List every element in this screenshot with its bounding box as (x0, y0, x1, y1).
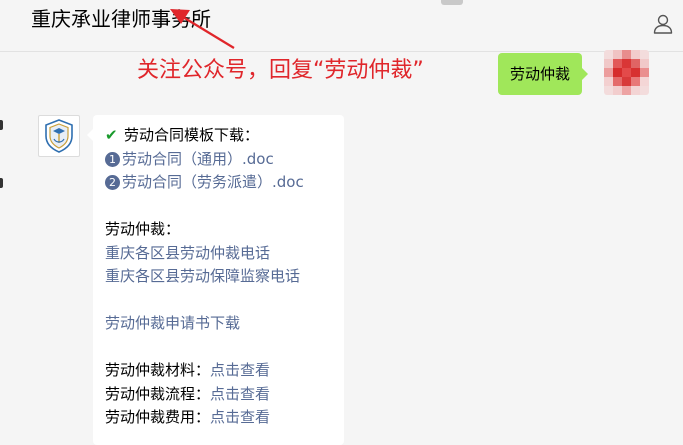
process-row: 劳动仲裁流程：点击查看 (105, 383, 344, 407)
application-download-link[interactable]: 劳动仲裁申请书下载 (105, 312, 344, 336)
annotation-text: 关注公众号，回复“劳动仲裁” (137, 58, 424, 83)
number-badge-2: 2 (105, 175, 120, 190)
received-message-bubble: ✔ 劳动合同模板下载： 1 劳动合同（通用）.doc 2 劳动合同（劳务派遣）.doc… (87, 115, 344, 445)
fees-row: 劳动仲裁费用：点击查看 (105, 406, 344, 430)
account-avatar[interactable] (38, 115, 80, 157)
template-link-text: 劳动合同（劳务派遣）.doc (122, 173, 304, 191)
labor-supervision-phone-link[interactable]: 重庆各区县劳动保障监察电话 (105, 265, 344, 289)
process-view-link[interactable]: 点击查看 (210, 385, 270, 403)
process-label: 劳动仲裁流程： (105, 384, 211, 403)
number-badge-1: 1 (105, 151, 120, 167)
self-avatar[interactable] (604, 50, 649, 95)
template-heading-row: ✔ 劳动合同模板下载： (105, 124, 344, 148)
fees-label: 劳动仲裁费用： (105, 408, 211, 426)
template-heading: 劳动合同模板下载： (124, 126, 260, 144)
template-link-1[interactable]: 1 劳动合同（通用）.doc (105, 148, 344, 172)
sent-message-bubble[interactable]: 劳动仲裁 (498, 53, 589, 95)
template-link-2[interactable]: 2 劳动合同（劳务派遣）.doc (105, 171, 344, 195)
materials-view-link[interactable]: 点击查看 (210, 361, 270, 379)
template-link-text: 劳动合同（通用）.doc (122, 149, 274, 168)
shield-logo-icon (45, 119, 73, 153)
materials-row: 劳动仲裁材料：点击查看 (105, 359, 344, 383)
arbitration-heading: 劳动仲裁： (105, 220, 181, 238)
arbitration-phone-link[interactable]: 重庆各区县劳动仲裁电话 (105, 242, 344, 266)
fees-view-link[interactable]: 点击查看 (210, 408, 270, 426)
materials-label: 劳动仲裁材料： (105, 361, 211, 379)
check-mark-icon: ✔ (105, 126, 118, 144)
